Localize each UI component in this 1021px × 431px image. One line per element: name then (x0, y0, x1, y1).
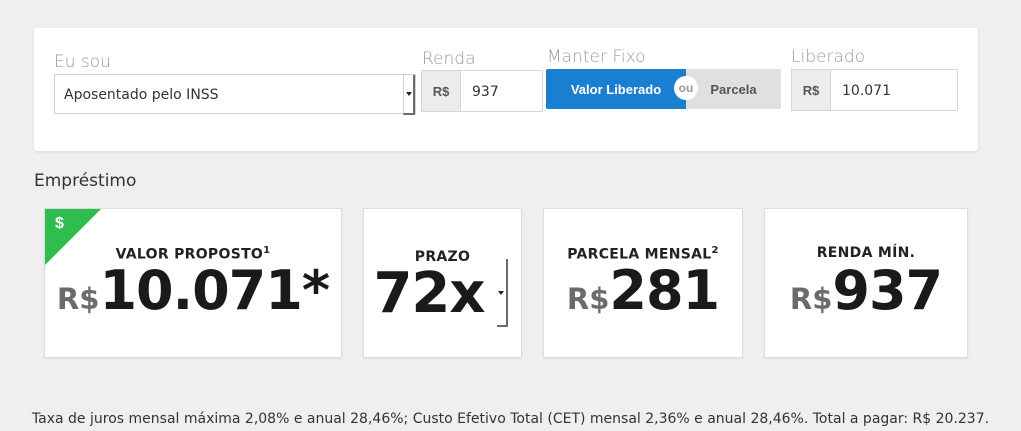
parcela-mensal-number: 281 (609, 259, 720, 322)
chevron-down-icon (406, 92, 412, 96)
chevron-down-icon (498, 291, 504, 295)
eu-sou-label: Eu sou (54, 52, 111, 72)
liberado-input[interactable]: 10.071 (842, 83, 891, 99)
currency-symbol: R$ (789, 282, 833, 316)
eu-sou-select[interactable]: Aposentado pelo INSS (54, 74, 416, 115)
footnote-marker: 2 (711, 245, 719, 256)
currency-symbol: R$ (566, 282, 610, 316)
renda-label: Renda (422, 49, 476, 69)
renda-input-group[interactable]: R$ 937 (421, 70, 543, 112)
valor-proposto-number: 10.071* (99, 259, 330, 322)
renda-currency-addon: R$ (422, 71, 461, 111)
renda-input[interactable]: 937 (472, 84, 499, 100)
renda-min-number: 937 (832, 259, 943, 322)
valor-liberado-toggle[interactable]: Valor Liberado (546, 69, 686, 109)
manter-fixo-label: Manter Fixo (547, 47, 646, 67)
liberado-label: Liberado (791, 47, 866, 67)
dollar-icon: $ (55, 215, 64, 232)
parcela-mensal-value: R$281 (544, 259, 742, 322)
currency-symbol: R$ (56, 282, 100, 316)
toggle-or-separator: ou (674, 76, 698, 100)
prazo-select[interactable]: 72x (364, 261, 504, 326)
card-renda-min: RENDA MÍN. R$937 (764, 208, 968, 358)
prazo-value: 72x (373, 261, 485, 326)
liberado-input-group[interactable]: R$ 10.071 (791, 69, 958, 111)
card-valor-proposto: $ VALOR PROPOSTO1 R$10.071* (44, 208, 342, 358)
valor-proposto-value: R$10.071* (45, 259, 341, 322)
rates-footnote: Taxa de juros mensal máxima 2,08% e anua… (31, 411, 990, 427)
simulation-form-panel: Eu sou Aposentado pelo INSS Renda R$ 937… (34, 28, 978, 151)
eu-sou-selected-value: Aposentado pelo INSS (64, 87, 219, 103)
section-title: Empréstimo (34, 171, 137, 191)
renda-min-value: R$937 (765, 259, 967, 322)
parcela-toggle[interactable]: Parcela (686, 69, 781, 109)
card-prazo: PRAZO 72x (363, 208, 522, 358)
eu-sou-dropdown-arrow[interactable] (403, 75, 415, 115)
card-parcela-mensal: PARCELA MENSAL2 R$281 (543, 208, 743, 358)
liberado-currency-addon: R$ (792, 70, 831, 110)
footnote-marker: 1 (263, 245, 271, 256)
prazo-dropdown-arrow[interactable] (497, 259, 508, 327)
